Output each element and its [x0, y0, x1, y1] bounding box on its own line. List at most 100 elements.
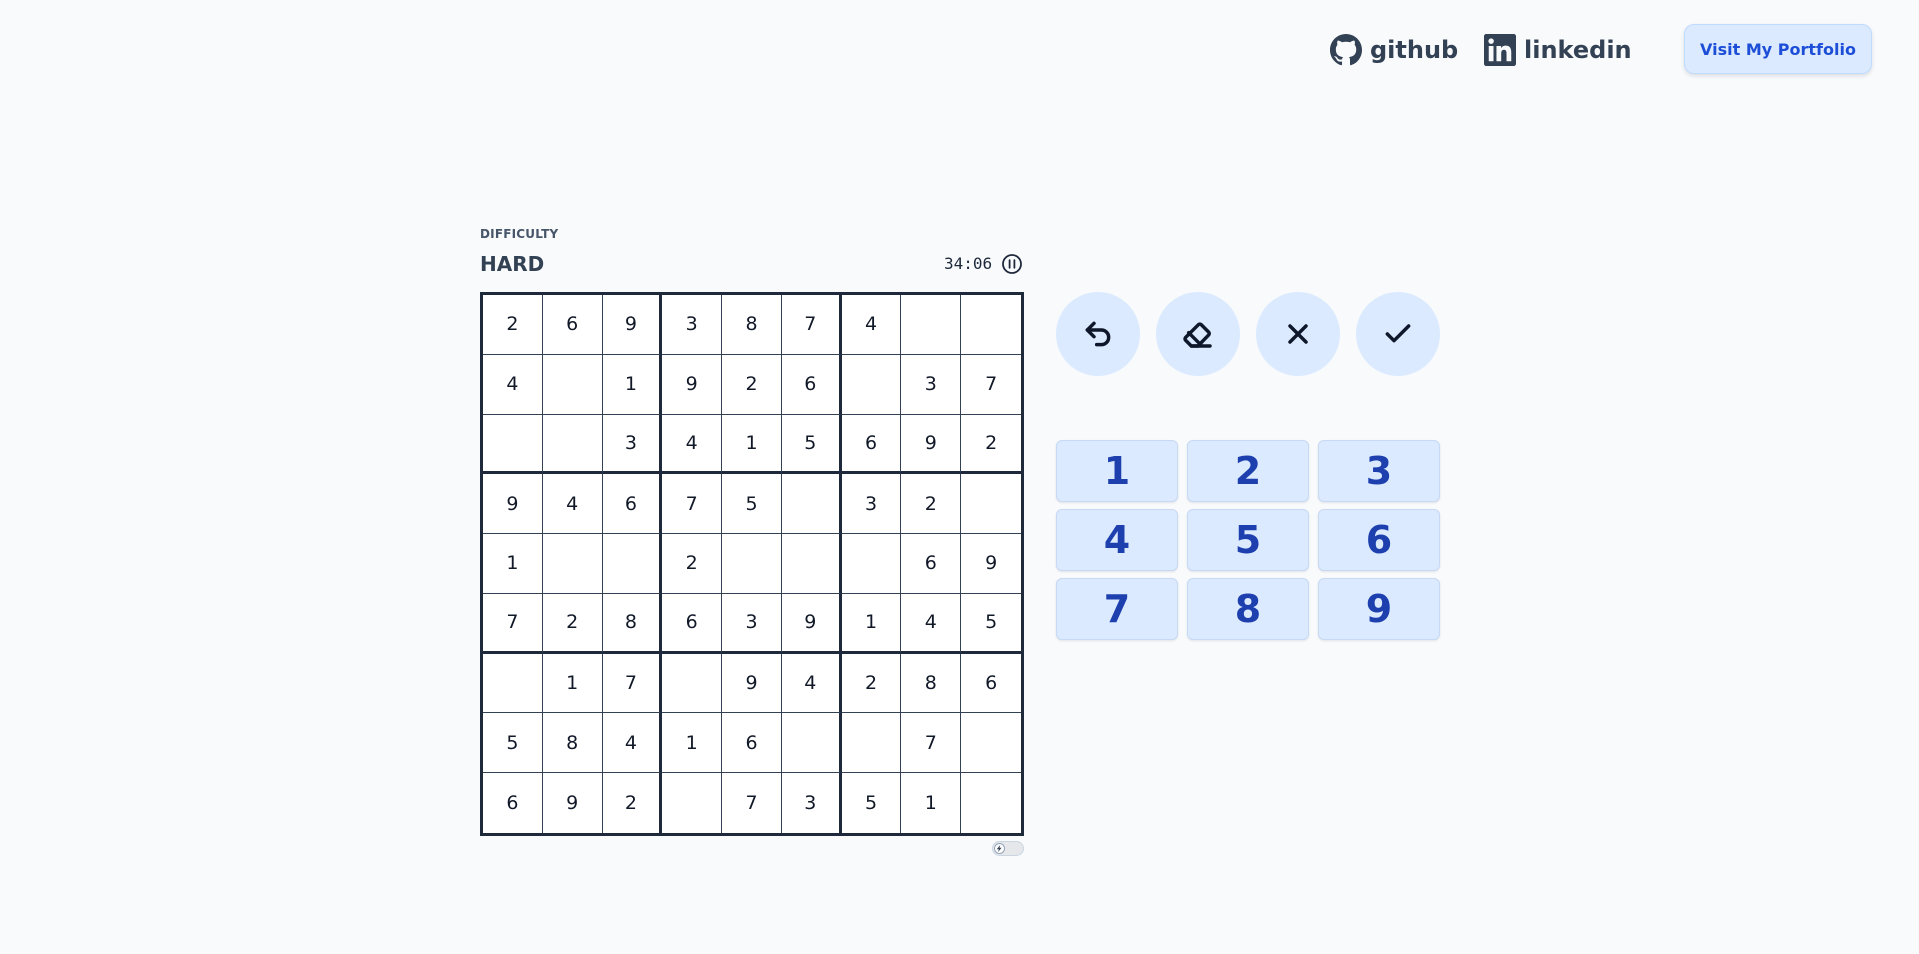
sudoku-cell[interactable]: 2 [662, 534, 723, 594]
sudoku-cell[interactable] [602, 534, 663, 594]
sudoku-cell[interactable]: 2 [901, 474, 962, 535]
sudoku-cell[interactable]: 2 [602, 773, 663, 833]
sudoku-cell[interactable]: 6 [662, 593, 723, 654]
sudoku-cell[interactable]: 7 [781, 295, 842, 355]
number-button-9[interactable]: 9 [1318, 578, 1440, 640]
sudoku-cell[interactable]: 4 [483, 354, 543, 415]
theme-toggle[interactable] [992, 841, 1024, 856]
sudoku-cell[interactable]: 4 [602, 713, 663, 774]
sudoku-cell[interactable] [781, 713, 842, 774]
sudoku-cell[interactable]: 8 [602, 593, 663, 654]
sudoku-cell[interactable]: 4 [542, 474, 603, 535]
sudoku-cell[interactable]: 9 [781, 593, 842, 654]
clear-button[interactable] [1256, 292, 1340, 376]
sudoku-cell[interactable]: 5 [841, 773, 902, 833]
erase-button[interactable] [1156, 292, 1240, 376]
sudoku-cell[interactable]: 6 [602, 474, 663, 535]
sudoku-cell[interactable]: 9 [722, 653, 782, 714]
sudoku-cell[interactable]: 5 [961, 593, 1021, 654]
sudoku-cell[interactable]: 6 [483, 773, 543, 833]
sudoku-cell[interactable] [901, 295, 962, 355]
sudoku-cell[interactable]: 9 [483, 474, 543, 535]
sudoku-cell[interactable]: 1 [662, 713, 723, 774]
sudoku-cell[interactable] [662, 653, 723, 714]
sudoku-cell[interactable]: 9 [662, 354, 723, 415]
sudoku-cell[interactable]: 5 [483, 713, 543, 774]
number-button-8[interactable]: 8 [1187, 578, 1309, 640]
sudoku-cell[interactable]: 2 [961, 414, 1021, 475]
sudoku-cell[interactable]: 6 [542, 295, 603, 355]
sudoku-cell[interactable]: 1 [841, 593, 902, 654]
sudoku-cell[interactable]: 4 [841, 295, 902, 355]
sudoku-cell[interactable]: 3 [841, 474, 902, 535]
number-button-7[interactable]: 7 [1056, 578, 1178, 640]
sudoku-cell[interactable]: 6 [781, 354, 842, 415]
sudoku-cell[interactable]: 7 [662, 474, 723, 535]
sudoku-cell[interactable] [841, 534, 902, 594]
pause-button[interactable] [1001, 253, 1023, 275]
sudoku-cell[interactable] [542, 414, 603, 475]
sudoku-cell[interactable] [781, 474, 842, 535]
sudoku-cell[interactable]: 2 [542, 593, 603, 654]
number-button-6[interactable]: 6 [1318, 509, 1440, 571]
sudoku-cell[interactable] [841, 354, 902, 415]
sudoku-cell[interactable]: 5 [722, 474, 782, 535]
sudoku-cell[interactable]: 1 [542, 653, 603, 714]
sudoku-cell[interactable]: 3 [662, 295, 723, 355]
sudoku-cell[interactable]: 7 [901, 713, 962, 774]
check-button[interactable] [1356, 292, 1440, 376]
sudoku-cell[interactable]: 9 [961, 534, 1021, 594]
sudoku-cell[interactable]: 3 [722, 593, 782, 654]
sudoku-cell[interactable] [961, 713, 1021, 774]
sudoku-cell[interactable]: 9 [542, 773, 603, 833]
sudoku-cell[interactable] [542, 534, 603, 594]
sudoku-cell[interactable]: 1 [602, 354, 663, 415]
sudoku-cell[interactable]: 7 [722, 773, 782, 833]
sudoku-cell[interactable]: 8 [901, 653, 962, 714]
sudoku-cell[interactable]: 4 [781, 653, 842, 714]
sudoku-cell[interactable]: 4 [901, 593, 962, 654]
sudoku-cell[interactable] [841, 713, 902, 774]
sudoku-cell[interactable]: 1 [722, 414, 782, 475]
number-button-4[interactable]: 4 [1056, 509, 1178, 571]
sudoku-cell[interactable]: 6 [961, 653, 1021, 714]
undo-button[interactable] [1056, 292, 1140, 376]
sudoku-cell[interactable]: 9 [901, 414, 962, 475]
sudoku-cell[interactable]: 9 [602, 295, 663, 355]
sudoku-cell[interactable]: 2 [722, 354, 782, 415]
number-button-1[interactable]: 1 [1056, 440, 1178, 502]
sudoku-cell[interactable]: 7 [602, 653, 663, 714]
sudoku-cell[interactable] [542, 354, 603, 415]
sudoku-cell[interactable] [722, 534, 782, 594]
sudoku-cell[interactable]: 8 [722, 295, 782, 355]
sudoku-cell[interactable] [961, 773, 1021, 833]
sudoku-cell[interactable]: 6 [722, 713, 782, 774]
sudoku-cell[interactable]: 3 [781, 773, 842, 833]
sudoku-cell[interactable]: 4 [662, 414, 723, 475]
sudoku-cell[interactable]: 1 [483, 534, 543, 594]
sudoku-cell[interactable]: 3 [901, 354, 962, 415]
sudoku-cell[interactable]: 2 [483, 295, 543, 355]
sudoku-cell[interactable] [961, 474, 1021, 535]
portfolio-button[interactable]: Visit My Portfolio [1684, 24, 1872, 74]
number-button-2[interactable]: 2 [1187, 440, 1309, 502]
number-button-5[interactable]: 5 [1187, 509, 1309, 571]
sudoku-cell[interactable]: 3 [602, 414, 663, 475]
sudoku-cell[interactable] [781, 534, 842, 594]
eraser-icon [1183, 322, 1212, 348]
sudoku-cell[interactable]: 7 [483, 593, 543, 654]
number-button-3[interactable]: 3 [1318, 440, 1440, 502]
sudoku-cell[interactable]: 7 [961, 354, 1021, 415]
sudoku-cell[interactable] [961, 295, 1021, 355]
sudoku-cell[interactable] [662, 773, 723, 833]
sudoku-cell[interactable] [483, 653, 543, 714]
sudoku-cell[interactable]: 6 [841, 414, 902, 475]
sudoku-cell[interactable]: 5 [781, 414, 842, 475]
github-link[interactable]: github [1330, 30, 1458, 70]
sudoku-cell[interactable]: 1 [901, 773, 962, 833]
sudoku-cell[interactable]: 6 [901, 534, 962, 594]
sudoku-cell[interactable]: 8 [542, 713, 603, 774]
sudoku-cell[interactable]: 2 [841, 653, 902, 714]
linkedin-link[interactable]: linkedin [1484, 30, 1632, 70]
sudoku-cell[interactable] [483, 414, 543, 475]
